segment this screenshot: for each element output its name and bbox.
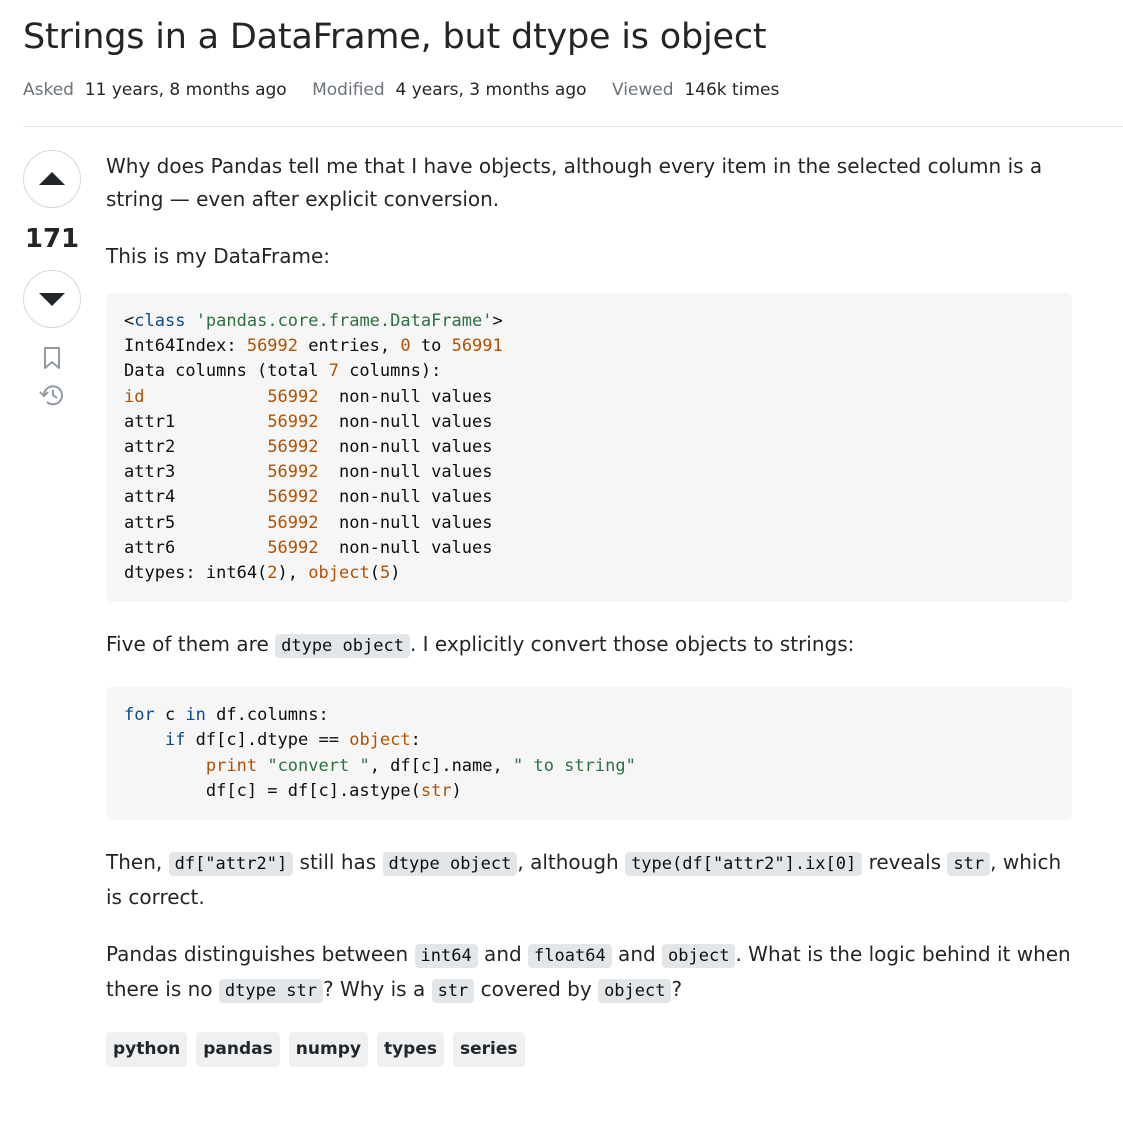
- tag-python[interactable]: python: [106, 1032, 188, 1068]
- question-body: Why does Pandas tell me that I have obje…: [106, 150, 1072, 1068]
- arrow-down-icon: [39, 293, 65, 306]
- bookmark-icon: [44, 347, 60, 369]
- arrow-up-icon: [39, 172, 65, 185]
- paragraph-3: Five of them are dtype object. I explici…: [106, 632, 855, 659]
- inline-code: df["attr2"]: [168, 852, 294, 877]
- inline-code: str: [947, 852, 991, 877]
- paragraph-4: Then, df["attr2"] still has dtype object…: [106, 850, 1062, 910]
- asked-value[interactable]: 11 years, 8 months ago: [85, 80, 287, 100]
- code-row-name: id: [124, 386, 145, 407]
- modified-value[interactable]: 4 years, 3 months ago: [395, 80, 586, 100]
- bookmark-button[interactable]: [23, 346, 81, 370]
- modified-label: Modified: [312, 80, 385, 100]
- vote-cell: 171: [23, 150, 83, 408]
- code-row-name: attr6: [124, 537, 176, 558]
- downvote-button[interactable]: [23, 270, 81, 328]
- history-icon: [39, 385, 63, 406]
- code-block-conversion: for c in df.columns: if df[c].dtype == o…: [106, 687, 1072, 821]
- meta-modified: Modified 4 years, 3 months ago: [312, 80, 586, 100]
- inline-code: object: [598, 979, 672, 1004]
- header-divider: [23, 126, 1123, 127]
- code-row-name: attr3: [124, 462, 176, 483]
- meta-asked: Asked 11 years, 8 months ago: [23, 80, 287, 100]
- inline-code: float64: [528, 944, 612, 969]
- paragraph-2: This is my DataFrame:: [106, 244, 331, 268]
- tag-types[interactable]: types: [376, 1032, 444, 1068]
- tag-numpy[interactable]: numpy: [288, 1032, 368, 1068]
- asked-label: Asked: [23, 80, 74, 100]
- viewed-label: Viewed: [611, 80, 674, 100]
- viewed-value: 146k times: [684, 80, 780, 100]
- inline-code: dtype object: [275, 634, 410, 659]
- code-row-name: attr5: [124, 512, 176, 533]
- paragraph-5: Pandas distinguishes between int64 and f…: [106, 942, 1071, 1004]
- question-meta: Asked 11 years, 8 months ago Modified 4 …: [23, 78, 799, 102]
- inline-code: dtype object: [382, 852, 518, 877]
- inline-code: str: [431, 979, 475, 1004]
- history-button[interactable]: [23, 382, 81, 408]
- inline-code: int64: [414, 944, 478, 969]
- code-row-name: attr2: [124, 437, 176, 458]
- vote-count: 171: [24, 224, 80, 254]
- code-block-dataframe-info: <class 'pandas.core.frame.DataFrame'> In…: [106, 293, 1072, 603]
- inline-code: object: [662, 944, 736, 969]
- question-title[interactable]: Strings in a DataFrame, but dtype is obj…: [23, 14, 767, 60]
- inline-code: dtype str: [218, 979, 323, 1004]
- paragraph-1: Why does Pandas tell me that I have obje…: [106, 154, 1043, 211]
- tag-series[interactable]: series: [452, 1032, 525, 1068]
- tag-list: python pandas numpy types series: [106, 1032, 1072, 1068]
- code-row-name: attr1: [124, 411, 176, 432]
- upvote-button[interactable]: [23, 150, 81, 208]
- tag-pandas[interactable]: pandas: [196, 1032, 280, 1068]
- meta-viewed: Viewed 146k times: [612, 80, 779, 100]
- inline-code: type(df["attr2"].ix[0]: [625, 852, 863, 877]
- code-row-name: attr4: [124, 487, 176, 508]
